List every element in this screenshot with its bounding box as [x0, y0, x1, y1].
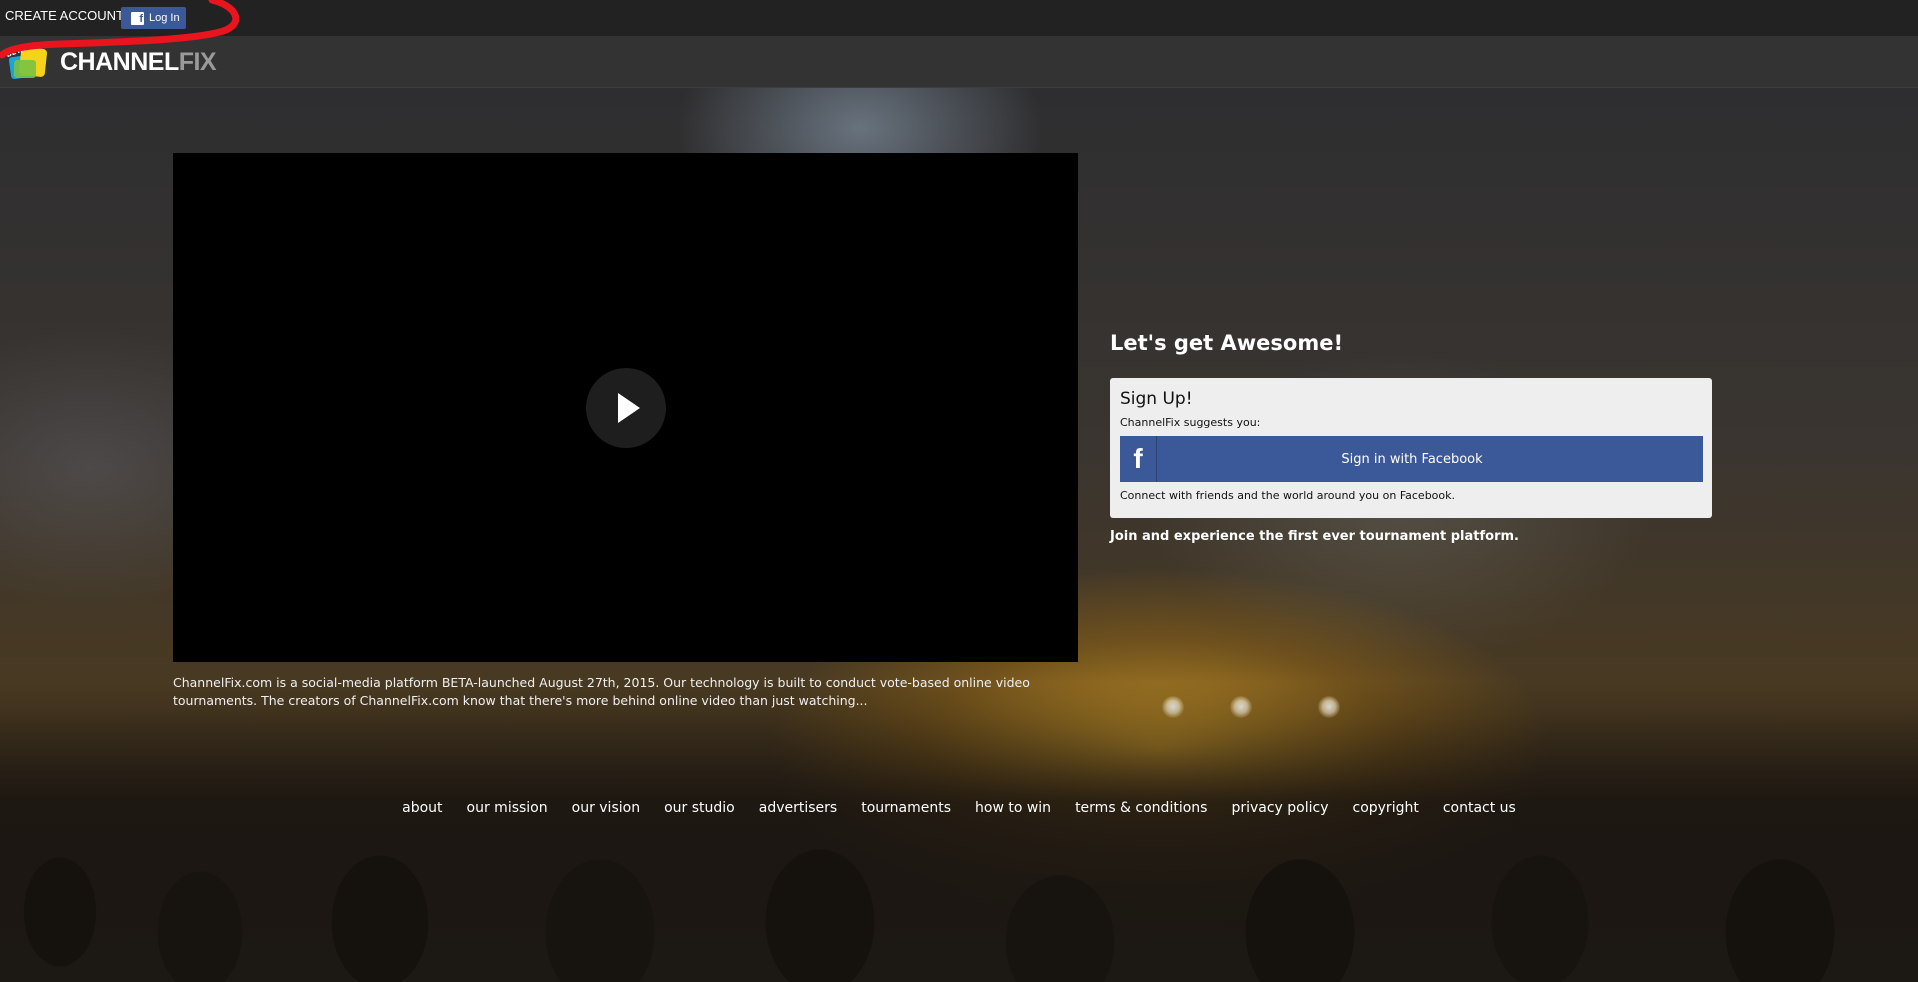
footer-link-privacy-policy[interactable]: privacy policy — [1219, 800, 1340, 816]
facebook-connect-text: Connect with friends and the world aroun… — [1120, 489, 1456, 502]
signup-title: Sign Up! — [1120, 389, 1193, 409]
footer-link-about[interactable]: about — [390, 800, 454, 816]
join-tagline: Join and experience the first ever tourn… — [1110, 529, 1519, 544]
footer-link-our-mission[interactable]: our mission — [455, 800, 560, 816]
footer-link-tournaments[interactable]: tournaments — [849, 800, 963, 816]
red-annotation-scribble — [0, 0, 240, 59]
footer-link-advertisers[interactable]: advertisers — [747, 800, 849, 816]
footer-link-our-studio[interactable]: our studio — [652, 800, 747, 816]
sign-in-with-facebook-button[interactable]: f Sign in with Facebook — [1120, 436, 1703, 482]
top-bar: CREATE ACCOUNT f Log In — [0, 0, 1918, 37]
footer-nav: about our mission our vision our studio … — [0, 800, 1918, 816]
footer-link-how-to-win[interactable]: how to win — [963, 800, 1063, 816]
crowd-silhouette — [0, 682, 1918, 982]
play-icon — [618, 393, 640, 423]
footer-link-copyright[interactable]: copyright — [1341, 800, 1431, 816]
signup-panel: Sign Up! ChannelFix suggests you: f Sign… — [1110, 378, 1712, 518]
facebook-button-label: Sign in with Facebook — [1341, 451, 1483, 467]
site-header: BETA CHANNELFIX — [0, 37, 1918, 88]
signup-suggestion: ChannelFix suggests you: — [1120, 416, 1261, 429]
footer-link-contact-us[interactable]: contact us — [1431, 800, 1528, 816]
site-description: ChannelFix.com is a social-media platfor… — [173, 675, 1030, 708]
signup-headline: Let's get Awesome! — [1110, 331, 1344, 355]
footer-link-our-vision[interactable]: our vision — [560, 800, 652, 816]
play-button[interactable] — [586, 368, 666, 448]
facebook-icon: f — [1120, 436, 1157, 482]
footer-link-terms[interactable]: terms & conditions — [1063, 800, 1219, 816]
video-player[interactable] — [173, 153, 1078, 662]
